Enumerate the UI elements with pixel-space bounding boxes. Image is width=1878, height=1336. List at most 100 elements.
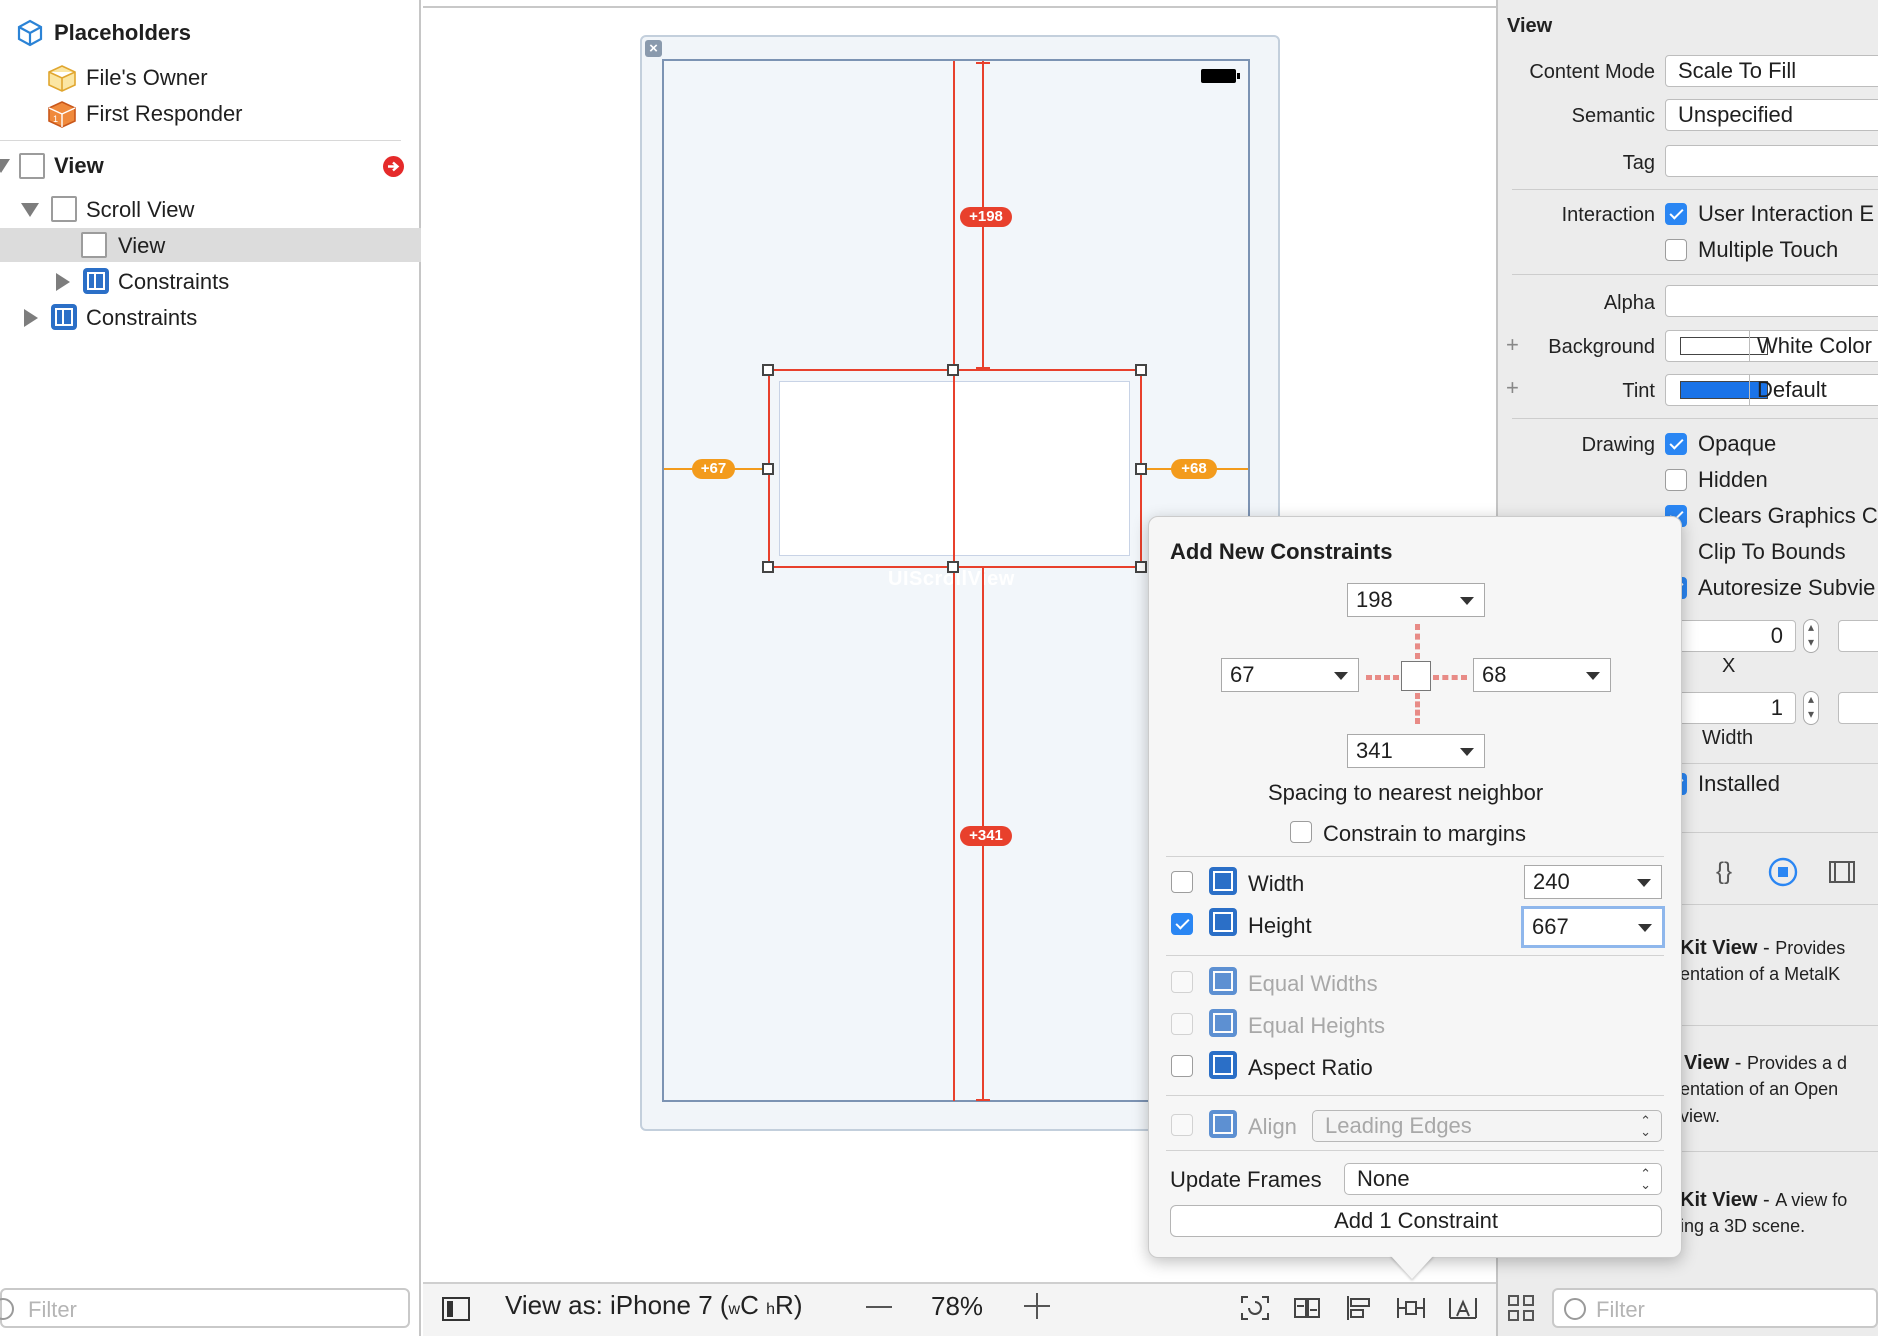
outline-files-owner[interactable]: File's Owner	[86, 65, 208, 91]
pin-bottom-strut[interactable]	[1415, 693, 1420, 724]
library-item-desc: ing a 3D scene.	[1680, 1216, 1806, 1236]
left-spacing-combo[interactable]: 67	[1221, 658, 1359, 692]
outline-constraints-outer[interactable]: Constraints	[86, 305, 197, 331]
pin-icon[interactable]	[1395, 1294, 1427, 1322]
media-library-icon[interactable]	[1826, 856, 1858, 888]
outline-view-root[interactable]: View	[54, 153, 104, 179]
error-arrow-icon[interactable]	[383, 156, 404, 177]
right-constraint-badge[interactable]: +68	[1171, 459, 1217, 479]
add-variation-icon[interactable]: +	[1506, 332, 1519, 358]
pin-left-strut[interactable]	[1366, 675, 1399, 680]
semantic-label: Semantic	[1571, 105, 1655, 127]
resize-handle-tc[interactable]	[947, 364, 959, 376]
semantic-popup[interactable]: Unspecified	[1665, 99, 1878, 131]
resize-handle-ml[interactable]	[762, 463, 774, 475]
library-item-title[interactable]: Kit View - Provides	[1680, 937, 1845, 960]
equal-heights-checkbox[interactable]	[1171, 1013, 1193, 1035]
add-constraint-button[interactable]: Add 1 Constraint	[1170, 1205, 1662, 1237]
resize-handle-br[interactable]	[1135, 561, 1147, 573]
resize-handle-mr[interactable]	[1135, 463, 1147, 475]
disclosure-constraints-inner-icon[interactable]	[56, 273, 70, 291]
library-filter-field[interactable]: Filter	[1552, 1288, 1878, 1328]
pin-top-strut[interactable]	[1415, 624, 1420, 659]
resolve-issues-icon[interactable]	[1447, 1294, 1479, 1322]
add-variation-icon[interactable]: +	[1506, 375, 1519, 401]
embed-in-stack-icon[interactable]	[1291, 1294, 1323, 1322]
opaque-checkbox[interactable]	[1665, 433, 1687, 455]
height-value-combo[interactable]: 667	[1521, 906, 1665, 948]
library-item-title[interactable]: View - Provides a d	[1684, 1052, 1847, 1075]
chevron-down-icon[interactable]	[1586, 672, 1600, 680]
opaque-label: Opaque	[1698, 431, 1777, 456]
disclosure-scroll-view-icon[interactable]	[21, 203, 39, 217]
library-item-name: Kit View	[1680, 937, 1758, 959]
zoom-in-icon[interactable]	[1024, 1293, 1050, 1319]
align-checkbox[interactable]	[1171, 1114, 1193, 1136]
outline-constraints-inner[interactable]: Constraints	[118, 269, 229, 295]
content-mode-popup[interactable]: Scale To Fill	[1665, 55, 1878, 87]
stretch-x-stepper[interactable]: ▴ ▾	[1803, 619, 1819, 653]
right-spacing-combo[interactable]: 68	[1473, 658, 1611, 692]
update-frames-icon[interactable]	[1239, 1294, 1271, 1322]
stretch-x-field[interactable]: 0	[1666, 620, 1796, 652]
alpha-field[interactable]	[1665, 285, 1878, 317]
resize-handle-tl[interactable]	[762, 364, 774, 376]
code-snippet-library-icon[interactable]: {}	[1708, 856, 1740, 888]
background-popup[interactable]: White Color	[1665, 330, 1878, 362]
library-item-title[interactable]: Kit View - A view fo	[1680, 1189, 1847, 1212]
object-library-icon[interactable]	[1767, 856, 1799, 888]
view-as-device[interactable]: View as: iPhone 7 (wC hR)	[505, 1290, 802, 1321]
drawing-label: Drawing	[1581, 434, 1655, 456]
stretch-width-stepper[interactable]: ▴ ▾	[1803, 691, 1819, 725]
grid-view-icon[interactable]	[1508, 1295, 1534, 1321]
outline-scroll-view[interactable]: Scroll View	[86, 197, 194, 223]
tag-field[interactable]	[1665, 145, 1878, 177]
zoom-level[interactable]: 78%	[931, 1291, 983, 1322]
align-icon[interactable]	[1343, 1294, 1375, 1322]
disclosure-constraints-outer-icon[interactable]	[24, 309, 38, 327]
tint-popup[interactable]: Default	[1665, 374, 1878, 406]
bottom-spacing-combo[interactable]: 341	[1347, 734, 1485, 768]
top-spacing-combo[interactable]: 198	[1347, 583, 1485, 617]
height-checkbox[interactable]	[1171, 913, 1193, 935]
resize-handle-bl[interactable]	[762, 561, 774, 573]
chevron-down-icon[interactable]	[1460, 748, 1474, 756]
inspector-separator	[1512, 418, 1878, 419]
chevron-down-icon[interactable]	[1638, 924, 1652, 932]
constrain-margins-checkbox[interactable]	[1290, 821, 1312, 843]
top-constraint-badge[interactable]: +198	[960, 207, 1012, 227]
width-checkbox[interactable]	[1171, 871, 1193, 893]
equal-widths-checkbox[interactable]	[1171, 971, 1193, 993]
user-interaction-checkbox[interactable]	[1665, 203, 1687, 225]
sidebar-toggle-icon[interactable]	[442, 1297, 470, 1321]
pin-center-square	[1401, 661, 1431, 691]
stretch-height-field[interactable]	[1838, 692, 1878, 724]
align-popup[interactable]: Leading Edges ⌃ ⌄	[1312, 1110, 1662, 1142]
outline-first-responder[interactable]: First Responder	[86, 101, 243, 127]
zoom-out-icon[interactable]	[866, 1306, 892, 1308]
close-scene-icon[interactable]: ×	[645, 40, 662, 57]
aspect-ratio-checkbox[interactable]	[1171, 1055, 1193, 1077]
left-constraint-badge[interactable]: +67	[692, 459, 735, 479]
outline-selected-row[interactable]	[0, 228, 421, 262]
chevron-down-icon[interactable]	[1637, 879, 1651, 887]
pin-right-strut[interactable]	[1433, 675, 1467, 680]
outline-filter-field[interactable]: Filter	[0, 1288, 410, 1328]
library-item-desc: entation of an Open	[1680, 1079, 1839, 1099]
width-value-combo[interactable]: 240	[1524, 865, 1662, 899]
content-mode-label: Content Mode	[1529, 61, 1655, 83]
stretch-width-field[interactable]: 1	[1666, 692, 1796, 724]
update-frames-popup[interactable]: None ⌃ ⌄	[1344, 1163, 1662, 1195]
bottom-constraint-badge[interactable]: +341	[960, 826, 1012, 846]
stretch-y-field[interactable]	[1838, 620, 1878, 652]
resize-handle-bc[interactable]	[947, 561, 959, 573]
multiple-touch-checkbox[interactable]	[1665, 239, 1687, 261]
view-as-label: View as: iPhone 7 (	[505, 1290, 729, 1320]
outline-inner-view[interactable]: View	[118, 233, 165, 259]
chevron-down-icon[interactable]	[1460, 597, 1474, 605]
chevron-down-icon[interactable]	[1334, 672, 1348, 680]
resize-handle-tr[interactable]	[1135, 364, 1147, 376]
disclosure-view-icon[interactable]	[0, 159, 10, 173]
equal-widths-label: Equal Widths	[1248, 971, 1378, 996]
hidden-checkbox[interactable]	[1665, 469, 1687, 491]
